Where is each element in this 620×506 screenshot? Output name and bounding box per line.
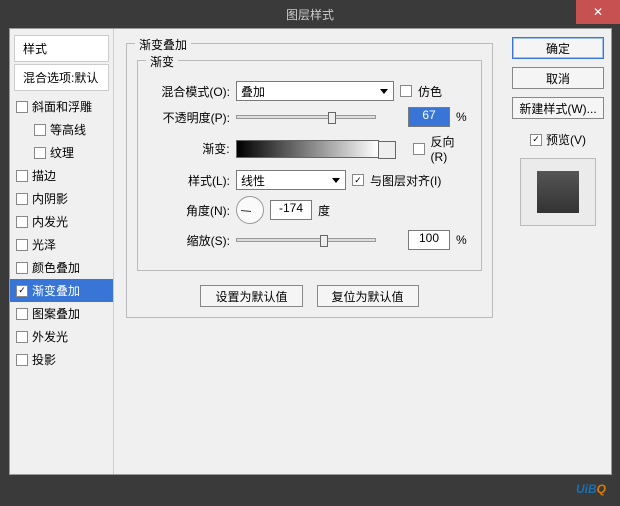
blend-options-item[interactable]: 混合选项:默认 (14, 64, 109, 91)
opacity-slider[interactable] (236, 115, 376, 119)
style-item-label: 纹理 (50, 144, 74, 161)
action-panel: 确定 取消 新建样式(W)... 预览(V) (505, 29, 611, 474)
style-item-label: 斜面和浮雕 (32, 98, 92, 115)
style-item-4[interactable]: 内阴影 (10, 187, 113, 210)
style-checkbox[interactable] (16, 308, 28, 320)
style-checkbox[interactable] (16, 354, 28, 366)
gradient-overlay-group: 渐变叠加 渐变 混合模式(O): 叠加 仿色 不透明度(P): 67 % (126, 43, 493, 318)
style-checkbox[interactable] (34, 124, 46, 136)
gradient-picker[interactable] (236, 140, 379, 158)
style-item-label: 投影 (32, 351, 56, 368)
style-item-2[interactable]: 纹理 (10, 141, 113, 164)
style-item-label: 等高线 (50, 121, 86, 138)
style-item-8[interactable]: 渐变叠加 (10, 279, 113, 302)
gradient-subgroup: 渐变 混合模式(O): 叠加 仿色 不透明度(P): 67 % 渐变: (137, 60, 482, 271)
preview-label: 预览(V) (546, 131, 586, 148)
style-item-11[interactable]: 投影 (10, 348, 113, 371)
style-item-label: 描边 (32, 167, 56, 184)
scale-slider[interactable] (236, 238, 376, 242)
style-item-label: 内阴影 (32, 190, 68, 207)
style-checkbox[interactable] (16, 285, 28, 297)
style-item-7[interactable]: 颜色叠加 (10, 256, 113, 279)
style-item-3[interactable]: 描边 (10, 164, 113, 187)
angle-dial[interactable] (236, 196, 264, 224)
style-item-10[interactable]: 外发光 (10, 325, 113, 348)
style-item-label: 内发光 (32, 213, 68, 230)
style-checkbox[interactable] (16, 262, 28, 274)
scale-input[interactable]: 100 (408, 230, 450, 250)
scale-unit: % (456, 233, 467, 247)
reverse-checkbox[interactable] (413, 143, 425, 155)
style-item-1[interactable]: 等高线 (10, 118, 113, 141)
ok-button[interactable]: 确定 (512, 37, 604, 59)
blend-mode-label: 混合模式(O): (148, 83, 230, 100)
style-item-0[interactable]: 斜面和浮雕 (10, 95, 113, 118)
styles-list-panel: 样式 混合选项:默认 斜面和浮雕等高线纹理描边内阴影内发光光泽颜色叠加渐变叠加图… (10, 29, 114, 474)
align-label: 与图层对齐(I) (370, 172, 441, 189)
style-item-label: 颜色叠加 (32, 259, 80, 276)
gradient-label: 渐变: (148, 140, 230, 157)
style-checkbox[interactable] (16, 193, 28, 205)
style-checkbox[interactable] (16, 101, 28, 113)
angle-input[interactable]: -174 (270, 200, 312, 220)
style-label: 样式(L): (148, 172, 230, 189)
dialog: 样式 混合选项:默认 斜面和浮雕等高线纹理描边内阴影内发光光泽颜色叠加渐变叠加图… (9, 28, 612, 475)
style-item-label: 图案叠加 (32, 305, 80, 322)
chevron-down-icon (384, 146, 392, 151)
group-title: 渐变叠加 (135, 36, 191, 53)
preview-checkbox[interactable] (530, 134, 542, 146)
subgroup-title: 渐变 (146, 53, 178, 70)
settings-panel: 渐变叠加 渐变 混合模式(O): 叠加 仿色 不透明度(P): 67 % (114, 29, 505, 474)
cancel-button[interactable]: 取消 (512, 67, 604, 89)
styles-header[interactable]: 样式 (14, 35, 109, 62)
titlebar: 图层样式 ✕ (0, 0, 620, 28)
opacity-label: 不透明度(P): (148, 109, 230, 126)
blend-mode-select[interactable]: 叠加 (236, 81, 394, 101)
make-default-button[interactable]: 设置为默认值 (200, 285, 302, 307)
dither-label: 仿色 (418, 83, 442, 100)
style-checkbox[interactable] (16, 170, 28, 182)
opacity-unit: % (456, 110, 467, 124)
style-select[interactable]: 线性 (236, 170, 346, 190)
align-checkbox[interactable] (352, 174, 364, 186)
style-item-label: 光泽 (32, 236, 56, 253)
reset-default-button[interactable]: 复位为默认值 (317, 285, 419, 307)
style-checkbox[interactable] (34, 147, 46, 159)
preview-swatch (537, 171, 579, 213)
new-style-button[interactable]: 新建样式(W)... (512, 97, 604, 119)
close-button[interactable]: ✕ (576, 0, 620, 24)
style-checkbox[interactable] (16, 216, 28, 228)
dither-checkbox[interactable] (400, 85, 412, 97)
style-item-6[interactable]: 光泽 (10, 233, 113, 256)
opacity-input[interactable]: 67 (408, 107, 450, 127)
style-item-5[interactable]: 内发光 (10, 210, 113, 233)
style-item-label: 外发光 (32, 328, 68, 345)
scale-label: 缩放(S): (148, 232, 230, 249)
angle-unit: 度 (318, 202, 330, 219)
window-title: 图层样式 (286, 6, 334, 23)
style-checkbox[interactable] (16, 331, 28, 343)
style-item-label: 渐变叠加 (32, 282, 80, 299)
reverse-label: 反向(R) (431, 133, 471, 164)
watermark: UiBQ (576, 477, 606, 498)
close-icon: ✕ (593, 5, 603, 19)
angle-label: 角度(N): (148, 202, 230, 219)
preview-box (520, 158, 596, 226)
style-checkbox[interactable] (16, 239, 28, 251)
style-item-9[interactable]: 图案叠加 (10, 302, 113, 325)
